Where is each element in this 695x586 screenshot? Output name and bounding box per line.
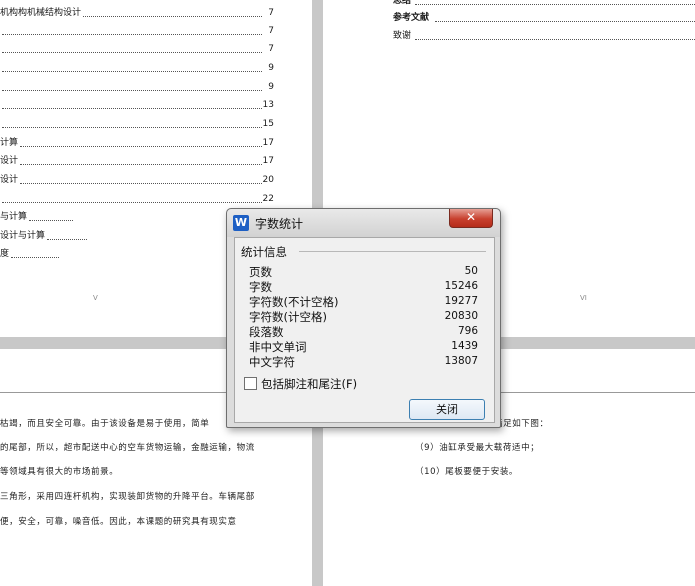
toc-entry[interactable]: 9 (0, 81, 280, 93)
stats-group-title: 统计信息 (241, 245, 287, 259)
toc-leader-dots (20, 183, 262, 184)
toc-leader-dots (415, 4, 695, 5)
word-count-dialog: W 字数统计 ✕ 统计信息 页数 50 字数 15246 字符数(不计空格) 19277 字… (226, 208, 501, 428)
toc-entry-text: 与计算 (0, 212, 28, 222)
toc-leader-dots (2, 108, 262, 109)
toc-page-number: 22 (262, 194, 274, 204)
page-number-left: V (93, 294, 98, 302)
toc-entry-text: 总结 (393, 0, 412, 6)
toc-page-number: 20 (262, 175, 274, 185)
toc-leader-dots (415, 39, 695, 40)
include-footnotes-label[interactable]: 包括脚注和尾注(F) (261, 376, 357, 392)
toc-entry[interactable]: 7 (0, 25, 280, 37)
toc-page-number: 9 (268, 82, 274, 92)
stat-value: 20830 (444, 310, 478, 322)
toc-entry-text: 计算 (0, 138, 19, 148)
dialog-content: 统计信息 页数 50 字数 15246 字符数(不计空格) 19277 字符数(计空格) 20… (234, 237, 495, 423)
toc-entry[interactable]: 致谢 (393, 30, 695, 42)
dialog-titlebar[interactable]: W 字数统计 ✕ (227, 209, 500, 237)
body-paragraph-line: 满足如下图： (494, 419, 549, 429)
toc-entry-text: 设计与计算 (0, 231, 46, 241)
close-button[interactable]: 关闭 (409, 399, 485, 420)
toc-leader-dots (435, 21, 695, 22)
toc-entry[interactable]: 9 (0, 62, 280, 74)
toc-entry-text: 设计 (0, 175, 19, 185)
toc-entry[interactable]: 7 (0, 43, 280, 55)
group-divider (299, 251, 486, 252)
toc-page-number: 7 (268, 8, 274, 18)
toc-entry[interactable]: 总结 (393, 0, 695, 7)
body-paragraph-line: 枯竭，而且安全可靠。由于该设备是易于使用，简单 (0, 419, 210, 429)
stat-value: 50 (464, 265, 478, 277)
stat-value: 19277 (444, 295, 478, 307)
wps-writer-icon: W (233, 215, 249, 231)
page-number-right: VI (580, 294, 587, 302)
toc-leader-dots (2, 90, 262, 91)
toc-page-number: 9 (268, 63, 274, 73)
toc-page-number: 7 (268, 26, 274, 36)
toc-page-number: 7 (268, 44, 274, 54)
toc-leader-dots (11, 257, 59, 258)
stat-label: 字符数(不计空格) (249, 295, 339, 309)
stat-label: 字符数(计空格) (249, 310, 327, 324)
toc-page-number: 15 (262, 119, 274, 129)
body-paragraph-line: 三角形，采用四连杆机构，实现装卸货物的升降平台。车辆尾部 (0, 492, 255, 502)
toc-page-number: 17 (262, 156, 274, 166)
toc-entry[interactable]: 设计 17 (0, 155, 280, 167)
stat-value: 796 (457, 325, 478, 337)
stat-label: 非中文单词 (249, 340, 307, 354)
toc-entry[interactable]: 参考文献 (393, 12, 695, 24)
toc-page-number: 17 (262, 138, 274, 148)
toc-entry-text: 设计 (0, 156, 19, 166)
toc-leader-dots (2, 34, 262, 35)
toc-entry[interactable]: 机构构机械结构设计 7 (0, 7, 280, 19)
toc-leader-dots (47, 239, 87, 240)
toc-entry-text: 机构构机械结构设计 (0, 8, 82, 18)
toc-entry-text: 度 (0, 249, 10, 259)
toc-leader-dots (20, 146, 262, 147)
toc-entry[interactable]: 13 (0, 99, 280, 111)
toc-leader-dots (83, 16, 262, 17)
include-footnotes-checkbox[interactable] (244, 377, 257, 390)
toc-entry-text: 致谢 (393, 31, 412, 41)
body-paragraph-line: 等领域具有很大的市场前景。 (0, 467, 119, 477)
toc-leader-dots (2, 202, 262, 203)
body-paragraph-line: 的尾部，所以，超市配送中心的空车货物运输，金融运输，物流 (0, 443, 255, 453)
body-paragraph-line: （9）油缸承受最大载荷适中； (415, 443, 540, 453)
toc-leader-dots (2, 127, 262, 128)
toc-entry[interactable]: 设计 20 (0, 174, 280, 186)
stat-value: 15246 (444, 280, 478, 292)
toc-entry[interactable]: 22 (0, 193, 280, 205)
toc-entry[interactable]: 计算 17 (0, 137, 280, 149)
stat-label: 页数 (249, 265, 272, 279)
close-icon[interactable]: ✕ (449, 209, 493, 228)
stat-value: 1439 (451, 340, 478, 352)
toc-leader-dots (2, 71, 262, 72)
stat-label: 段落数 (249, 325, 284, 339)
stat-label: 字数 (249, 280, 272, 294)
body-paragraph-line: （10）尾板要便于安装。 (415, 467, 519, 477)
toc-entry[interactable]: 15 (0, 118, 280, 130)
toc-entry-text: 参考文献 (393, 13, 430, 23)
toc-leader-dots (29, 220, 73, 221)
toc-leader-dots (2, 52, 262, 53)
body-paragraph-line: 便，安全，可靠，噪音低。因此，本课题的研究具有现实意 (0, 517, 237, 527)
stat-value: 13807 (444, 355, 478, 367)
dialog-title: 字数统计 (255, 217, 304, 231)
toc-leader-dots (20, 164, 262, 165)
toc-page-number: 13 (262, 100, 274, 110)
stat-label: 中文字符 (249, 355, 295, 369)
